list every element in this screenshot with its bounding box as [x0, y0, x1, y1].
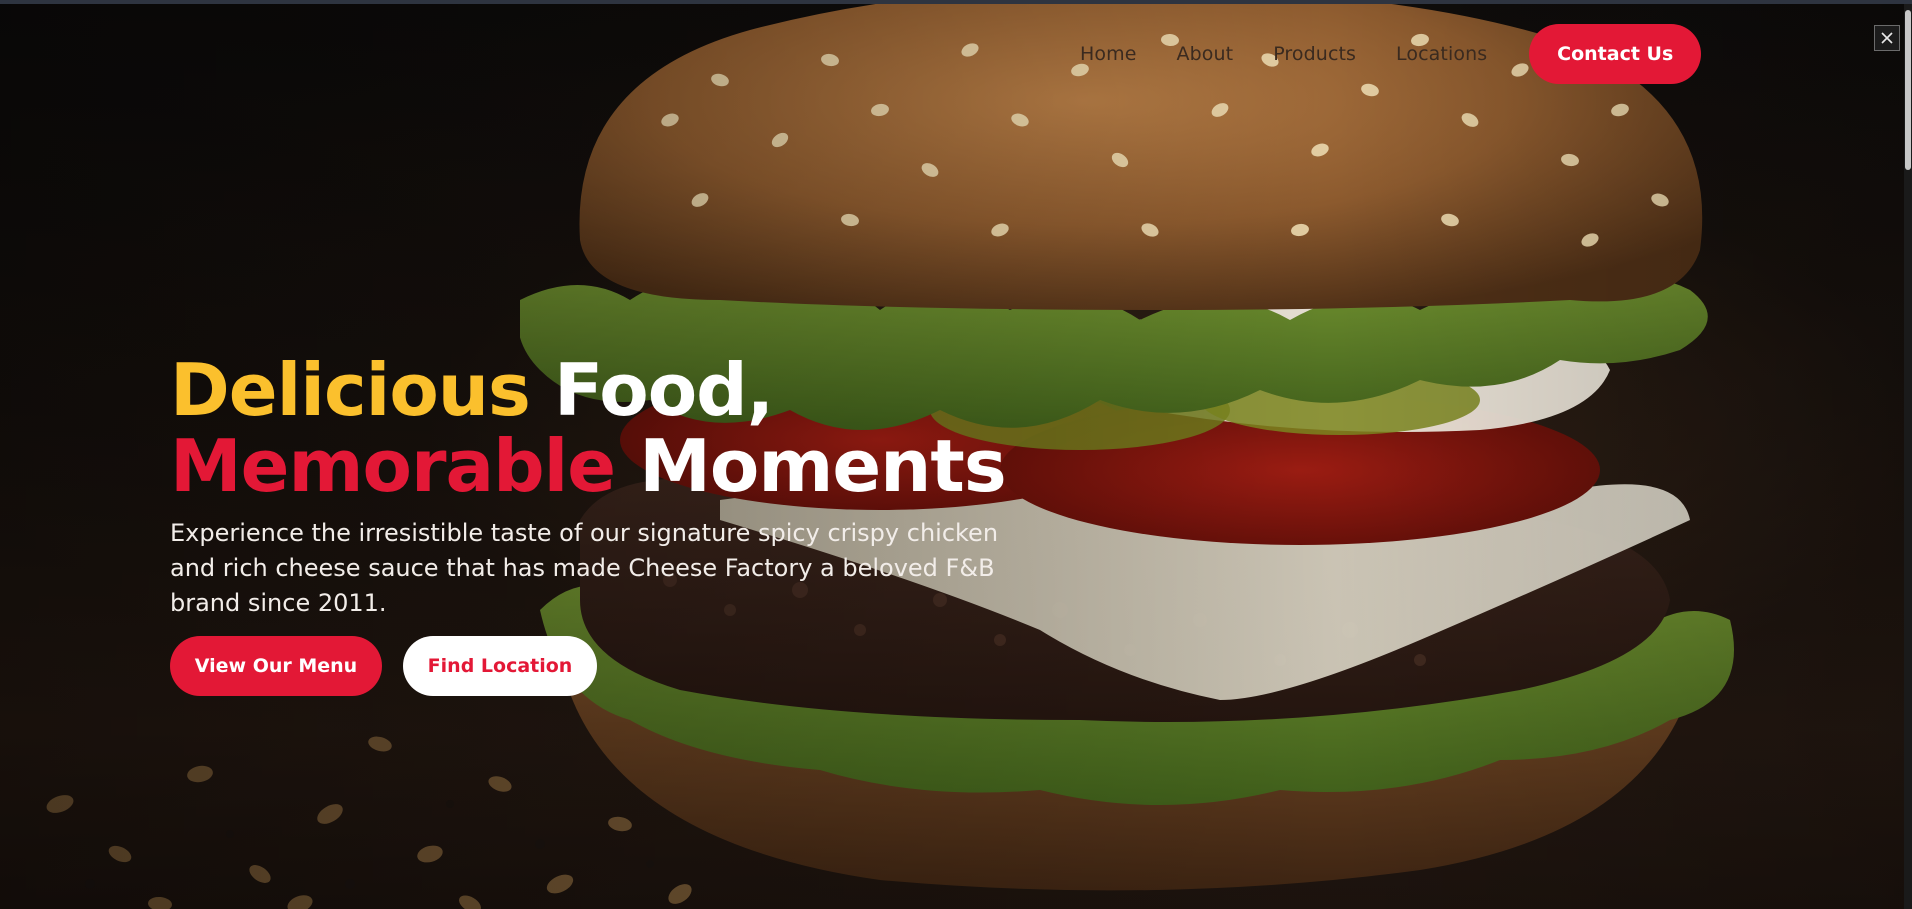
hero-headline: Delicious Food, Memorable Moments [170, 352, 1007, 504]
headline-word-food: Food, [553, 348, 774, 433]
headline-word-moments: Moments [639, 424, 1006, 509]
headline-word-delicious: Delicious [170, 348, 531, 433]
contact-us-button[interactable]: Contact Us [1529, 24, 1702, 84]
nav-about[interactable]: About [1177, 43, 1234, 65]
hero-cta-group: View Our Menu Find Location [170, 636, 597, 696]
nav-products[interactable]: Products [1273, 43, 1356, 65]
close-icon[interactable] [1874, 25, 1900, 51]
find-location-button[interactable]: Find Location [403, 636, 597, 696]
page: Home About Products Locations Contact Us… [0, 0, 1912, 909]
headline-word-memorable: Memorable [170, 424, 616, 509]
hero-section: Home About Products Locations Contact Us… [0, 4, 1904, 909]
scrollbar-thumb[interactable] [1905, 10, 1911, 170]
main-navigation: Home About Products Locations Contact Us [1080, 24, 1702, 84]
nav-home[interactable]: Home [1080, 43, 1137, 65]
hero-description: Experience the irresistible taste of our… [170, 519, 999, 617]
page-scrollbar[interactable] [1904, 4, 1912, 909]
nav-locations[interactable]: Locations [1396, 43, 1487, 65]
view-menu-button[interactable]: View Our Menu [170, 636, 382, 696]
